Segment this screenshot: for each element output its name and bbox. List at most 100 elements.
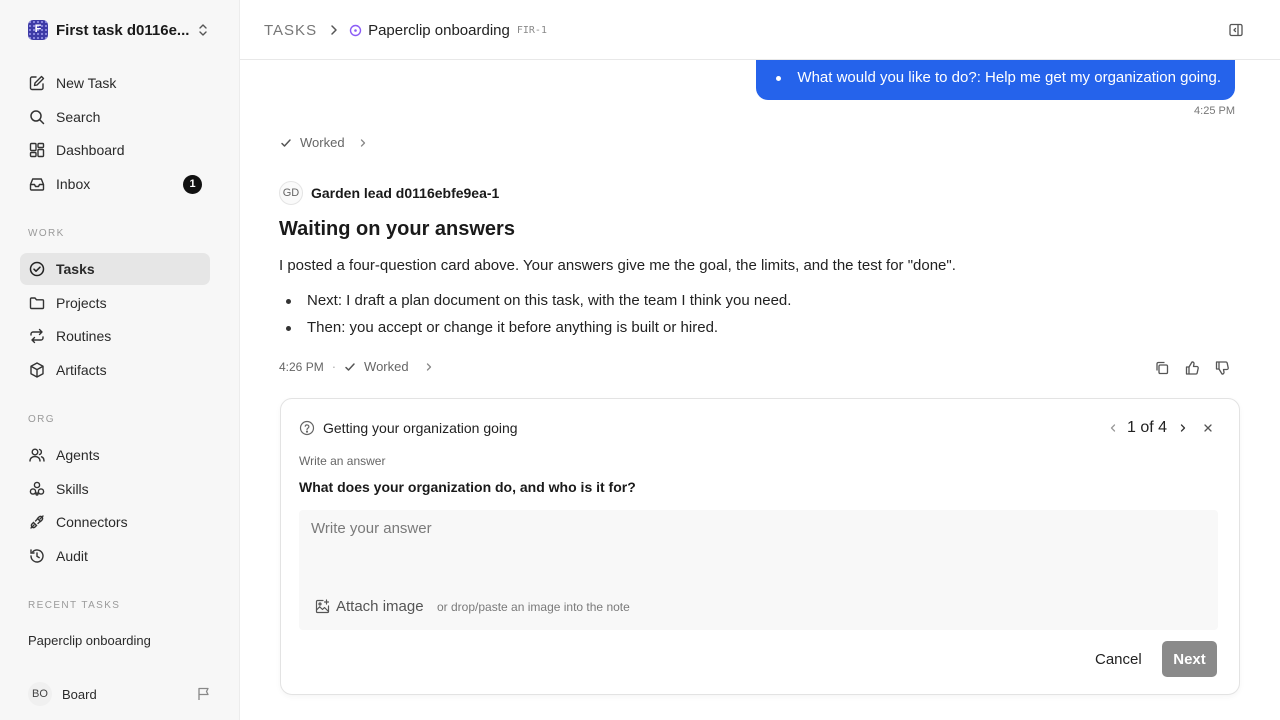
attach-image-button[interactable]: Attach image: [315, 598, 424, 615]
section-recent: RECENT TASKS: [28, 600, 121, 611]
workspace-name: First task d0116e...: [56, 21, 190, 39]
edit-icon: [28, 74, 46, 92]
list-item-text: Then: you accept or change it before any…: [307, 319, 719, 336]
thumbs-down-icon[interactable]: [1214, 360, 1230, 376]
list-item: Next: I draft a plan document on this ta…: [286, 292, 791, 309]
message-meta: 4:26 PM · Worked: [279, 359, 433, 374]
section-org: ORG: [28, 414, 55, 425]
answer-label: Write an answer: [299, 454, 386, 468]
attach-image-label: Attach image: [336, 598, 424, 615]
plug-icon: [28, 513, 46, 531]
nav-tasks[interactable]: Tasks: [20, 253, 210, 285]
nav-projects[interactable]: Projects: [20, 287, 210, 319]
sidebar: F First task d0116e... New Task Search D…: [0, 0, 240, 720]
worked-label[interactable]: Worked: [364, 359, 409, 374]
message-time: 4:26 PM: [279, 359, 324, 374]
task-id: FIR-1: [516, 24, 547, 36]
worked-toggle[interactable]: Worked: [280, 135, 367, 150]
user-name: Board: [62, 686, 97, 702]
nav-label: Routines: [56, 328, 112, 344]
attach-hint: or drop/paste an image into the note: [437, 600, 630, 614]
answer-box: Attach image or drop/paste an image into…: [299, 510, 1218, 630]
user-message-text: What would you like to do?: Help me get …: [797, 69, 1221, 86]
separator: ·: [331, 359, 337, 374]
question-text: What does your organization do, and who …: [299, 479, 636, 495]
nav-label: Connectors: [56, 514, 128, 530]
nav-label: Search: [56, 109, 101, 125]
conversation-area: What would you like to do?: Help me get …: [240, 60, 1280, 720]
workspace-switcher[interactable]: F First task d0116e...: [28, 19, 214, 41]
message-body: I posted a four-question card above. You…: [279, 257, 956, 274]
message-title: Waiting on your answers: [279, 218, 515, 240]
nav-audit[interactable]: Audit: [20, 540, 210, 572]
users-icon: [28, 446, 46, 464]
search-icon: [28, 108, 46, 126]
breadcrumb: TASKS Paperclip onboarding FIR-1: [264, 19, 547, 41]
check-icon: [280, 137, 292, 149]
chevron-up-down-icon: [196, 22, 210, 38]
recent-task-item[interactable]: Paperclip onboarding: [28, 633, 151, 648]
nav-dashboard[interactable]: Dashboard: [20, 134, 210, 166]
help-circle-icon: [299, 420, 315, 436]
nav-inbox[interactable]: Inbox 1: [20, 168, 210, 200]
bullet-dot: [776, 76, 782, 81]
avatar: BO: [28, 682, 52, 706]
nav-label: Agents: [56, 447, 100, 463]
nav-agents[interactable]: Agents: [20, 439, 210, 471]
nav-label: Audit: [56, 548, 88, 564]
question-card: Getting your organization going 1 of 4 W…: [280, 398, 1240, 695]
check-circle-icon: [28, 260, 46, 278]
user-profile[interactable]: BO Board: [28, 682, 212, 706]
chevron-right-icon: [359, 138, 367, 148]
nav-label: New Task: [56, 75, 117, 91]
nav-artifacts[interactable]: Artifacts: [20, 354, 210, 386]
chevron-right-icon[interactable]: [425, 362, 433, 372]
card-title: Getting your organization going: [323, 420, 518, 436]
chevron-left-icon[interactable]: [1109, 423, 1117, 433]
workspace-logo: F: [28, 20, 48, 40]
user-message-bubble: What would you like to do?: Help me get …: [756, 60, 1235, 100]
nav-label: Artifacts: [56, 362, 107, 378]
worked-label: Worked: [300, 135, 345, 150]
image-plus-icon: [315, 599, 330, 614]
question-pager: 1 of 4: [1109, 419, 1213, 437]
dashboard-icon: [28, 141, 46, 159]
top-bar: TASKS Paperclip onboarding FIR-1: [240, 0, 1280, 60]
nav-search[interactable]: Search: [20, 101, 210, 133]
history-icon: [28, 547, 46, 565]
next-button[interactable]: Next: [1162, 641, 1217, 677]
agent-name: Garden lead d0116ebfe9ea-1: [311, 185, 500, 201]
page-indicator: 1 of 4: [1126, 419, 1167, 436]
page-title: Paperclip onboarding: [368, 21, 510, 39]
nav-routines[interactable]: Routines: [20, 320, 210, 352]
nav-label: Skills: [56, 481, 89, 497]
nav-skills[interactable]: Skills: [20, 473, 210, 505]
nav-new-task[interactable]: New Task: [20, 67, 210, 99]
nav-label: Dashboard: [56, 142, 125, 158]
skills-icon: [28, 480, 46, 498]
breadcrumb-tasks-link[interactable]: TASKS: [264, 22, 317, 39]
cancel-button[interactable]: Cancel: [1095, 651, 1142, 668]
thumbs-up-icon[interactable]: [1184, 360, 1200, 376]
close-icon[interactable]: [1203, 423, 1213, 433]
message-actions: [1154, 360, 1230, 376]
card-header: Getting your organization going: [299, 420, 518, 436]
agent-header: GD Garden lead d0116ebfe9ea-1: [279, 181, 499, 205]
bullet-dot: [286, 299, 291, 304]
chevron-right-icon[interactable]: [1179, 423, 1187, 433]
box-icon: [28, 361, 46, 379]
answer-input[interactable]: [299, 510, 1218, 580]
nav-label: Projects: [56, 295, 107, 311]
nav-connectors[interactable]: Connectors: [20, 506, 210, 538]
status-circle-icon: [349, 24, 362, 37]
list-item: Then: you accept or change it before any…: [286, 319, 718, 336]
nav-label: Inbox: [56, 176, 91, 192]
copy-icon[interactable]: [1154, 360, 1170, 376]
folder-icon: [28, 294, 46, 312]
sidebar-panel-icon[interactable]: [1228, 22, 1244, 38]
user-message-time: 4:25 PM: [1194, 105, 1235, 117]
flag-icon[interactable]: [196, 686, 212, 702]
agent-avatar: GD: [279, 181, 303, 205]
bullet-dot: [286, 326, 291, 331]
nav-label: Tasks: [56, 261, 95, 277]
